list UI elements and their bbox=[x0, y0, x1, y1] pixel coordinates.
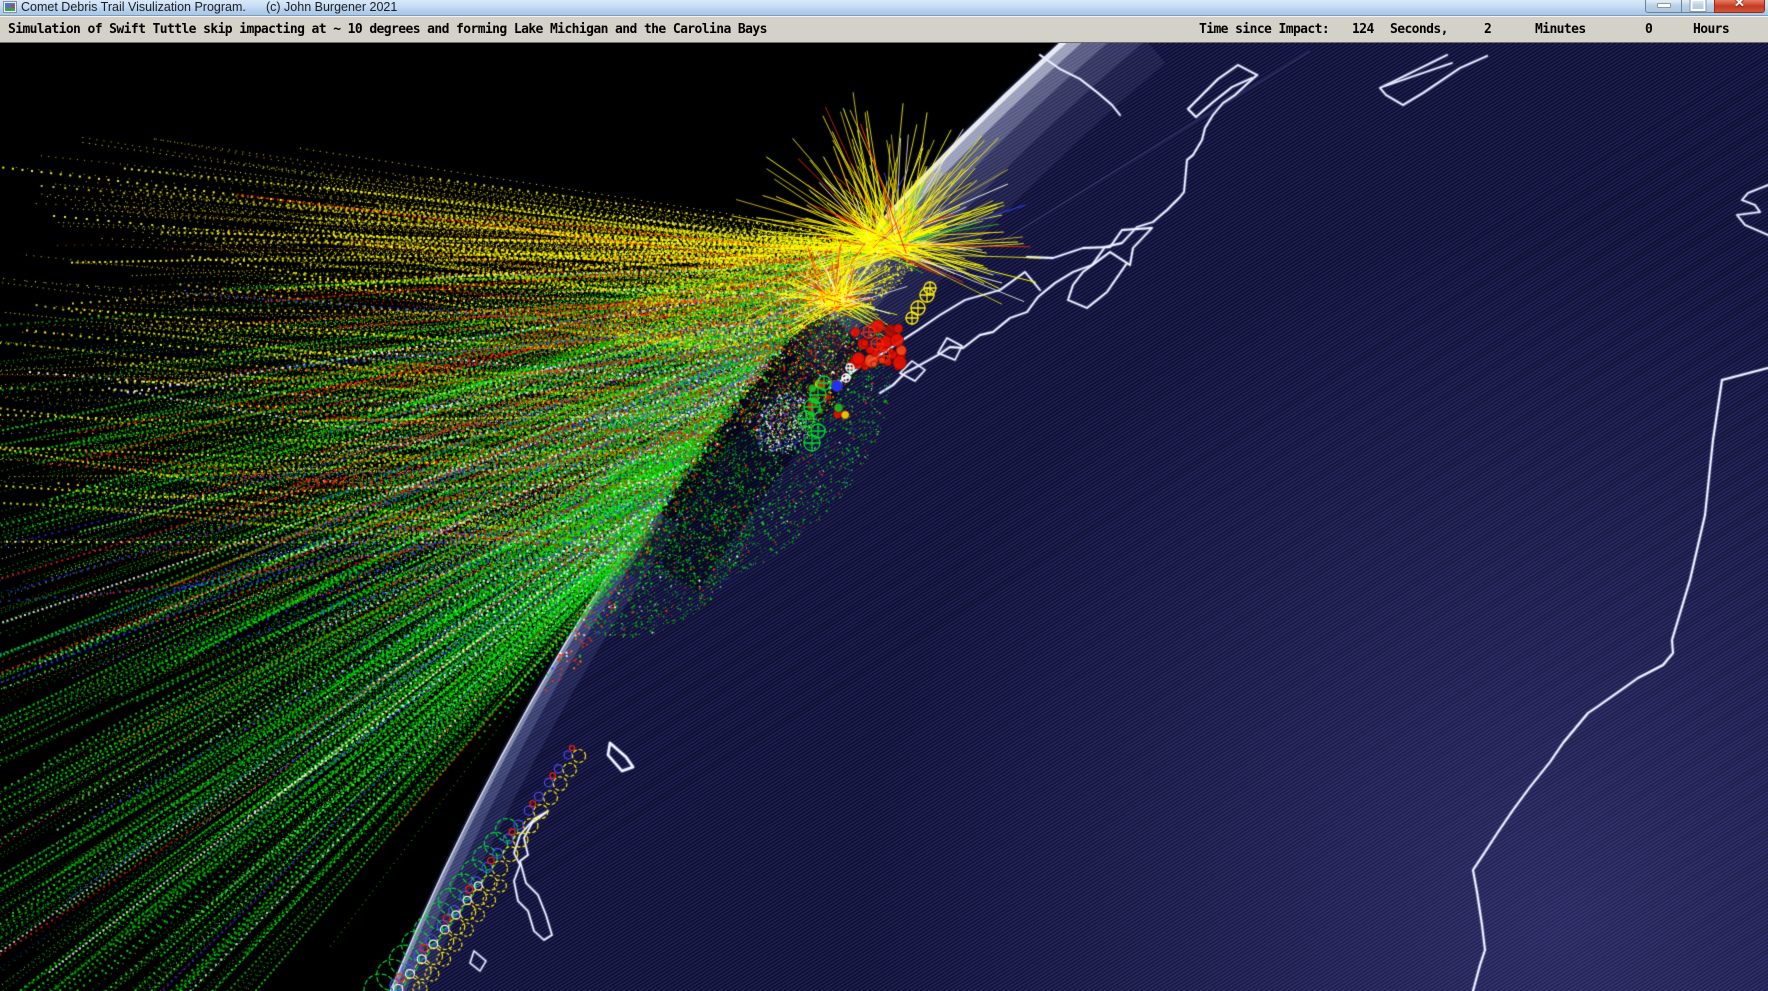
window-controls: ✕ bbox=[1645, 0, 1765, 13]
visualization-area bbox=[0, 43, 1768, 991]
minutes-unit: Minutes bbox=[1535, 17, 1586, 42]
hours-unit: Hours bbox=[1693, 17, 1729, 42]
seconds-value: 124 bbox=[1352, 17, 1374, 42]
simulation-description: Simulation of Swift Tuttle skip impactin… bbox=[8, 17, 767, 42]
minimize-button[interactable] bbox=[1645, 0, 1682, 13]
minutes-value: 2 bbox=[1484, 17, 1491, 42]
hours-value: 0 bbox=[1645, 17, 1652, 42]
time-since-impact-label: Time since Impact: bbox=[1199, 17, 1329, 42]
app-icon bbox=[3, 1, 17, 13]
close-icon: ✕ bbox=[1715, 0, 1764, 10]
close-button[interactable]: ✕ bbox=[1714, 0, 1765, 13]
window-title: Comet Debris Trail Visulization Program. bbox=[21, 0, 246, 15]
window-copyright: (c) John Burgener 2021 bbox=[266, 0, 397, 15]
minimize-icon bbox=[1657, 3, 1671, 8]
statusbar: Simulation of Swift Tuttle skip impactin… bbox=[0, 16, 1768, 43]
maximize-button[interactable] bbox=[1682, 0, 1714, 13]
maximize-icon bbox=[1691, 0, 1706, 11]
visualization-canvas[interactable] bbox=[0, 43, 1768, 991]
app-window: Comet Debris Trail Visulization Program.… bbox=[0, 0, 1768, 991]
titlebar[interactable]: Comet Debris Trail Visulization Program.… bbox=[0, 0, 1768, 16]
seconds-unit: Seconds, bbox=[1390, 17, 1448, 42]
